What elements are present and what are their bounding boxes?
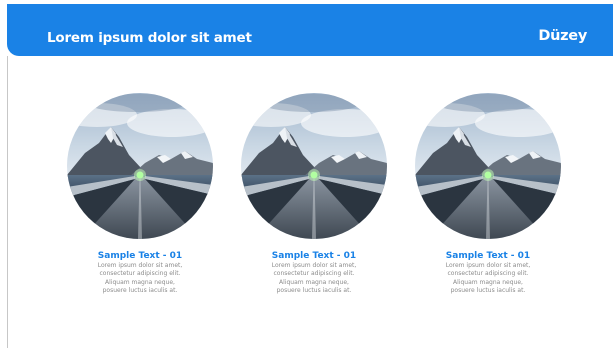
card-body: Lorem ipsum dolor sit amet, consectetur … <box>408 262 568 296</box>
card-body: Lorem ipsum dolor sit amet, consectetur … <box>234 262 394 296</box>
card-body-line: Lorem ipsum dolor sit amet, <box>271 262 357 269</box>
card-body-line: Aliquam magna neque, <box>279 278 349 286</box>
card-1: Sample Text - 01 Lorem ipsum dolor sit a… <box>60 93 220 296</box>
card-body-line: Aliquam magna neque, <box>453 278 523 286</box>
mountain-road-photo <box>415 93 561 239</box>
card-body-line: Lorem ipsum dolor sit amet, <box>445 262 531 269</box>
card-body-line: posuere luctus iaculis at. <box>450 287 526 295</box>
card-body-line: posuere luctus iaculis at. <box>102 287 178 295</box>
card-heading: Sample Text - 01 <box>271 251 357 261</box>
brand-logo: Düzey <box>538 28 587 44</box>
card-2: Sample Text - 01 Lorem ipsum dolor sit a… <box>234 93 394 296</box>
card-body-line: consectetur adipiscing elit. <box>99 270 181 278</box>
left-divider <box>7 56 8 348</box>
card-heading: Sample Text - 01 <box>445 251 531 261</box>
slide: Lorem ipsum dolor sit amet Düzey Sample … <box>0 0 613 348</box>
card-body-line: posuere luctus iaculis at. <box>276 287 352 295</box>
card-3: Sample Text - 01 Lorem ipsum dolor sit a… <box>408 93 568 296</box>
card-body-line: Lorem ipsum dolor sit amet, <box>97 262 183 269</box>
mountain-road-photo <box>241 93 387 239</box>
page-title: Lorem ipsum dolor sit amet <box>47 30 252 46</box>
card-body: Lorem ipsum dolor sit amet, consectetur … <box>60 262 220 296</box>
card-body-line: Aliquam magna neque, <box>105 278 175 286</box>
card-body-line: consectetur adipiscing elit. <box>273 270 355 278</box>
mountain-road-photo <box>67 93 213 239</box>
card-heading: Sample Text - 01 <box>97 251 183 261</box>
card-body-line: consectetur adipiscing elit. <box>447 270 529 278</box>
